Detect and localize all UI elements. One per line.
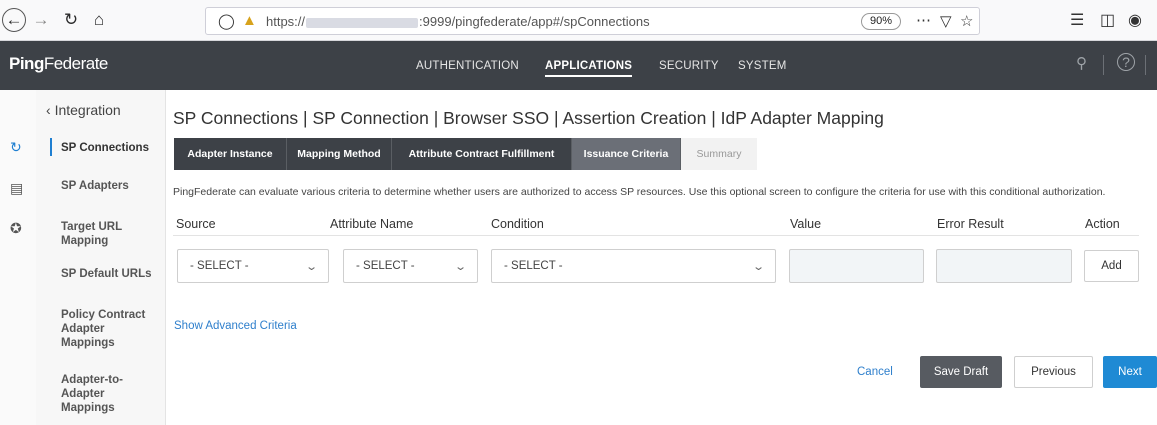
sidebar-item-adapter-to-adapter-mappings[interactable]: Adapter-to-Adapter Mappings — [61, 373, 133, 415]
lock-warning-icon[interactable]: ▲ — [242, 12, 257, 29]
sidebar-item-target-url-mapping[interactable]: Target URL Mapping — [61, 220, 141, 248]
error-result-input[interactable] — [936, 249, 1072, 283]
condition-select[interactable]: - SELECT - ⌄ — [491, 249, 776, 283]
chevron-down-icon: ⌄ — [751, 261, 765, 273]
attribute-select-value: - SELECT - — [356, 260, 415, 272]
column-header-source: Source — [176, 217, 216, 231]
pingfederate-logo[interactable]: PingFederate — [9, 54, 108, 74]
sidebar-back-label: Integration — [54, 102, 121, 118]
tab-issuance-criteria[interactable]: Issuance Criteria — [572, 138, 681, 170]
sidebar-item-policy-contract-adapter-mappings[interactable]: Policy Contract Adapter Mappings — [61, 308, 151, 350]
chevron-down-icon: ⌄ — [304, 261, 318, 273]
save-draft-button[interactable]: Save Draft — [920, 356, 1002, 388]
icon-rail: ↻ ▤ ✪ — [0, 90, 36, 425]
next-button[interactable]: Next — [1103, 356, 1157, 388]
chevron-down-icon: ⌄ — [453, 261, 467, 273]
nav-system[interactable]: SYSTEM — [738, 60, 787, 72]
column-header-action: Action — [1085, 217, 1120, 231]
attribute-name-select[interactable]: - SELECT - ⌄ — [343, 249, 478, 283]
source-select[interactable]: - SELECT - ⌄ — [177, 249, 329, 283]
sidebar-item-sp-connections[interactable]: SP Connections — [61, 141, 149, 155]
value-input[interactable] — [789, 249, 924, 283]
reload-icon[interactable]: ↻ — [60, 9, 82, 31]
account-icon[interactable]: ◉ — [1128, 10, 1142, 30]
header-divider — [1103, 55, 1104, 75]
sidebar-item-sp-adapters[interactable]: SP Adapters — [61, 179, 129, 193]
forward-arrow-icon[interactable]: → — [30, 9, 52, 31]
pocket-icon[interactable]: ▽ — [940, 12, 952, 30]
add-button[interactable]: Add — [1084, 250, 1139, 282]
library-icon[interactable]: ☰ — [1070, 10, 1084, 30]
url-text: https:// :9999/pingfederate/app#/spConnec… — [266, 14, 650, 29]
url-prefix: https:// — [266, 14, 306, 29]
home-icon[interactable]: ⌂ — [88, 9, 110, 31]
bookmark-star-icon[interactable]: ☆ — [960, 12, 973, 30]
sidebar-toggle-icon[interactable]: ◫ — [1100, 10, 1115, 30]
column-header-value: Value — [790, 217, 822, 231]
column-header-attribute-name: Attribute Name — [330, 217, 414, 231]
nav-applications[interactable]: APPLICATIONS — [545, 60, 633, 77]
sp-adapters-icon[interactable]: ▤ — [10, 180, 23, 197]
sidebar: ‹ Integration SP Connections SP Adapters… — [36, 90, 166, 425]
cancel-link[interactable]: Cancel — [857, 366, 893, 378]
nav-security[interactable]: SECURITY — [659, 60, 719, 72]
target-url-icon[interactable]: ✪ — [10, 220, 22, 237]
page-description: PingFederate can evaluate various criter… — [173, 186, 1106, 198]
search-icon[interactable]: ⚲ — [1076, 54, 1087, 72]
back-arrow-icon[interactable]: ← — [2, 8, 26, 32]
tab-summary: Summary — [681, 138, 757, 170]
sidebar-back-integration[interactable]: ‹ Integration — [46, 102, 121, 118]
source-select-value: - SELECT - — [190, 260, 249, 272]
shield-icon[interactable]: ◯ — [218, 12, 235, 30]
help-icon[interactable]: ? — [1117, 53, 1135, 71]
header-divider-line — [173, 235, 1139, 236]
page-title: SP Connections | SP Connection | Browser… — [173, 108, 884, 128]
tab-attribute-contract-fulfillment[interactable]: Attribute Contract Fulfillment — [392, 138, 572, 170]
app-header: PingFederate AUTHENTICATION APPLICATIONS… — [0, 41, 1157, 90]
browser-toolbar: ← → ↻ ⌂ ◯ ▲ https:// :9999/pingfederate/a… — [0, 0, 1157, 41]
tab-adapter-instance[interactable]: Adapter Instance — [174, 138, 287, 170]
logo-rest: Federate — [43, 54, 109, 73]
sp-connections-icon[interactable]: ↻ — [10, 139, 22, 156]
more-actions-icon[interactable]: ⋯ — [916, 11, 931, 29]
logo-bold: Ping — [9, 54, 44, 73]
url-host-redacted — [306, 17, 419, 28]
nav-authentication[interactable]: AUTHENTICATION — [416, 60, 519, 72]
condition-select-value: - SELECT - — [504, 260, 563, 272]
tab-mapping-method[interactable]: Mapping Method — [287, 138, 392, 170]
previous-button[interactable]: Previous — [1014, 356, 1093, 388]
show-advanced-criteria-link[interactable]: Show Advanced Criteria — [174, 320, 297, 332]
url-path: :9999/pingfederate/app#/spConnections — [419, 14, 650, 29]
address-bar[interactable]: ◯ ▲ https:// :9999/pingfederate/app#/spCo… — [205, 7, 980, 35]
column-header-condition: Condition — [491, 217, 544, 231]
header-divider-2 — [1145, 55, 1146, 75]
column-header-error-result: Error Result — [937, 217, 1004, 231]
zoom-badge[interactable]: 90% — [861, 13, 901, 30]
sidebar-item-sp-default-urls[interactable]: SP Default URLs — [61, 267, 152, 281]
active-indicator — [50, 138, 52, 156]
